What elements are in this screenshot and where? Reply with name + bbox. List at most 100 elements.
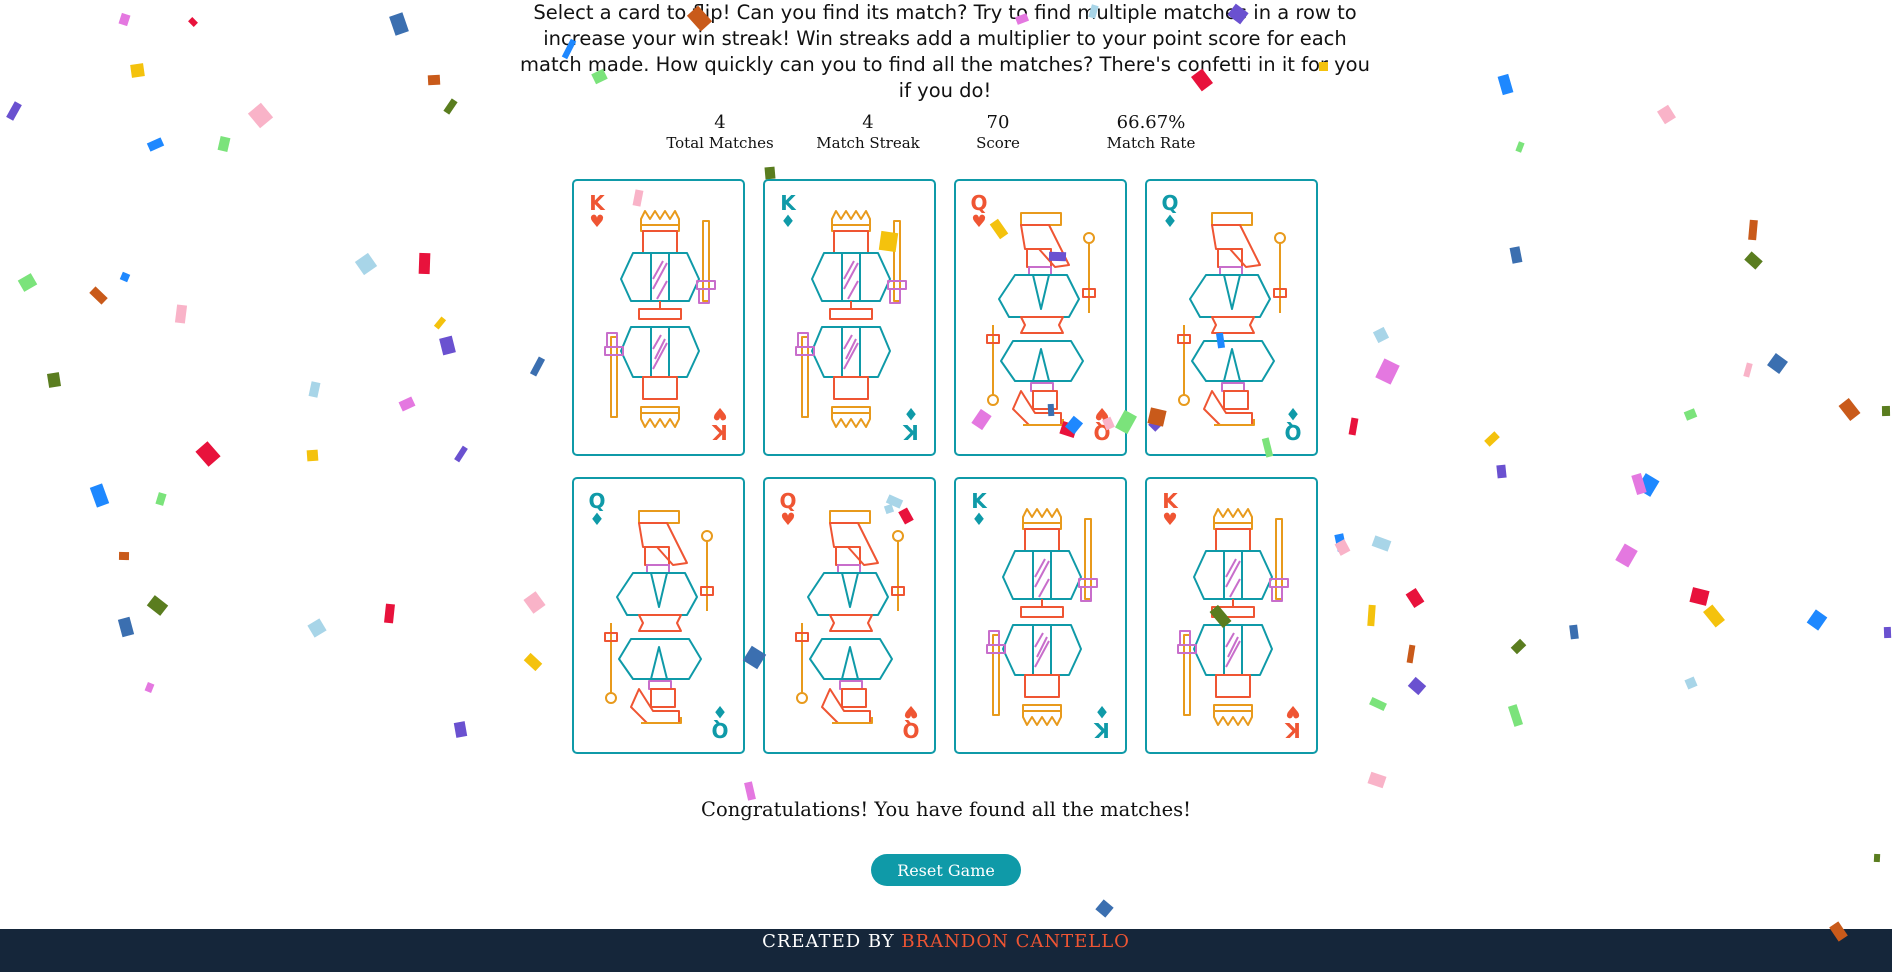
- confetti-piece: [354, 252, 378, 276]
- confetti-piece: [89, 483, 110, 508]
- queen-figure-icon: [985, 209, 1100, 429]
- card-rank: Q: [1093, 420, 1111, 444]
- confetti-piece: [384, 603, 395, 624]
- match-rate-label: Match Rate: [1106, 134, 1196, 152]
- king-figure-icon: [1176, 507, 1291, 727]
- confetti-piece: [89, 286, 108, 305]
- confetti-piece: [117, 616, 135, 638]
- diamonds-suit-icon: ♦: [1285, 403, 1301, 423]
- confetti-piece: [523, 591, 546, 614]
- confetti-piece: [1407, 676, 1427, 696]
- confetti-piece: [1375, 358, 1400, 385]
- confetti-piece: [1838, 398, 1861, 421]
- confetti-piece: [155, 492, 167, 506]
- confetti-piece: [1509, 246, 1523, 264]
- confetti-piece: [174, 304, 188, 324]
- match-rate-value: 66.67%: [1116, 112, 1186, 133]
- reset-game-button[interactable]: Reset Game: [871, 854, 1021, 886]
- diamonds-suit-icon: ♦: [903, 403, 919, 423]
- hearts-suit-icon: ♥: [971, 212, 987, 232]
- confetti-piece: [1744, 251, 1763, 270]
- confetti-piece: [1510, 638, 1527, 655]
- king-figure-icon: [794, 209, 909, 429]
- confetti-piece: [1569, 624, 1579, 640]
- diamonds-suit-icon: ♦: [589, 510, 605, 530]
- confetti-piece: [118, 551, 130, 561]
- card-rank: Q: [970, 191, 988, 215]
- confetti-piece: [1767, 353, 1788, 374]
- confetti-piece: [1683, 408, 1698, 421]
- hearts-suit-icon: ♥: [903, 701, 919, 721]
- playing-card[interactable]: K ♥ K ♥: [1145, 477, 1318, 754]
- card-corner-top: K ♥: [586, 193, 608, 231]
- playing-card[interactable]: Q ♥ Q ♥: [954, 179, 1127, 456]
- card-corner-bottom: K ♦: [1091, 701, 1113, 742]
- playing-card[interactable]: K ♥ K ♥: [572, 179, 745, 456]
- queen-figure-icon: [603, 507, 718, 727]
- card-corner-bottom: K ♥: [709, 403, 731, 444]
- playing-card[interactable]: K ♦ K ♦: [954, 477, 1127, 754]
- total-matches-value: 4: [714, 112, 726, 133]
- confetti-piece: [1636, 473, 1660, 497]
- confetti-piece: [1367, 604, 1376, 627]
- confetti-piece: [1631, 472, 1647, 496]
- confetti-piece: [1615, 543, 1638, 568]
- confetti-piece: [1371, 535, 1392, 552]
- playing-card[interactable]: Q ♦ Q ♦: [1145, 179, 1318, 456]
- card-rank: K: [971, 489, 987, 513]
- instructions-text: Select a card to flip! Can you find its …: [520, 1, 1370, 102]
- hearts-suit-icon: ♥: [712, 403, 728, 423]
- card-rank: K: [780, 191, 796, 215]
- playing-card[interactable]: Q ♦ Q ♦: [572, 477, 745, 754]
- card-corner-top: Q ♥: [968, 193, 990, 231]
- score-value: 70: [986, 112, 1010, 133]
- confetti-piece: [119, 271, 131, 283]
- confetti-piece: [1405, 588, 1425, 608]
- card-corner-top: Q ♥: [777, 491, 799, 529]
- diamonds-suit-icon: ♦: [1094, 701, 1110, 721]
- king-figure-icon: [603, 209, 718, 429]
- stat-score: 70 Score: [918, 112, 1078, 152]
- card-corner-bottom: Q ♥: [1091, 403, 1113, 444]
- card-rank: Q: [1161, 191, 1179, 215]
- confetti-piece: [418, 252, 431, 275]
- card-corner-bottom: K ♥: [1282, 701, 1304, 742]
- card-corner-top: K ♦: [777, 193, 799, 231]
- score-label: Score: [976, 134, 1020, 152]
- confetti-piece: [46, 372, 62, 388]
- card-corner-bottom: Q ♥: [900, 701, 922, 742]
- congratulations-message: Congratulations! You have found all the …: [701, 798, 1191, 821]
- confetti-piece: [1748, 219, 1758, 241]
- king-figure-icon: [985, 507, 1100, 727]
- hearts-suit-icon: ♥: [1162, 510, 1178, 530]
- confetti-piece: [1806, 609, 1828, 631]
- card-board: K ♥ K ♥ K ♦ K ♦ Q ♥ Q ♥ Q ♦ Q ♦ Q ♦ Q ♦ …: [572, 179, 1320, 757]
- playing-card[interactable]: K ♦ K ♦: [763, 179, 936, 456]
- diamonds-suit-icon: ♦: [780, 212, 796, 232]
- confetti-piece: [17, 273, 38, 292]
- confetti-piece: [1689, 587, 1710, 606]
- confetti-piece: [188, 17, 198, 27]
- stat-match-rate: 66.67% Match Rate: [1071, 112, 1231, 152]
- confetti-piece: [1743, 362, 1753, 378]
- card-rank: Q: [779, 489, 797, 513]
- card-corner-top: Q ♦: [1159, 193, 1181, 231]
- confetti-piece: [439, 335, 456, 356]
- confetti-piece: [389, 12, 409, 36]
- playing-card[interactable]: Q ♥ Q ♥: [763, 477, 936, 754]
- diamonds-suit-icon: ♦: [971, 510, 987, 530]
- confetti-piece: [523, 652, 543, 672]
- footer: CREATED BY BRANDON CANTELLO: [0, 929, 1892, 972]
- card-rank: Q: [902, 718, 920, 742]
- confetti-piece: [1369, 696, 1387, 712]
- card-corner-bottom: Q ♦: [709, 701, 731, 742]
- confetti-piece: [1334, 539, 1351, 556]
- confetti-piece: [1334, 533, 1347, 552]
- card-corner-bottom: K ♦: [900, 403, 922, 444]
- stats-bar: 4 Total Matches 4 Match Streak 70 Score …: [0, 112, 1892, 156]
- confetti-piece: [1095, 899, 1114, 918]
- confetti-piece: [1684, 676, 1698, 690]
- author-link[interactable]: BRANDON CANTELLO: [901, 931, 1130, 952]
- confetti-piece: [146, 595, 169, 616]
- card-corner-bottom: Q ♦: [1282, 403, 1304, 444]
